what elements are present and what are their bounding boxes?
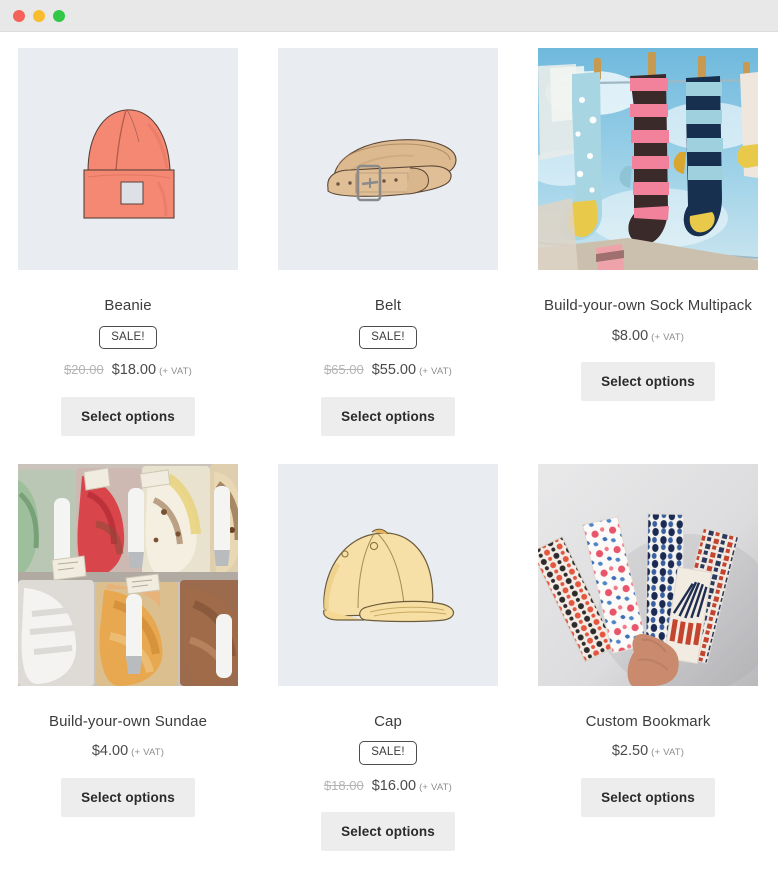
price-current: $18.00: [111, 362, 157, 378]
product-image-beanie[interactable]: [18, 48, 238, 270]
price-current: $16.00: [371, 777, 417, 794]
product-title[interactable]: Build-your-own Sock Multipack: [538, 296, 758, 316]
product-image-belt[interactable]: [278, 48, 498, 270]
page-viewport[interactable]: Beanie SALE! $20.00 $18.00 (+ VAT) Select …: [0, 32, 778, 878]
product-image-sundae[interactable]: [18, 463, 238, 686]
select-options-button[interactable]: Select options: [61, 396, 195, 436]
product-image-custom-bookmark[interactable]: [538, 463, 758, 686]
sale-badge: SALE!: [359, 325, 417, 349]
product-card: Build-your-own Sundae $4.00 (+ VAT) Selec…: [18, 463, 238, 878]
product-title[interactable]: Beanie: [18, 296, 238, 316]
product-price: $8.00 (+ VAT): [538, 328, 758, 344]
browser-window: Beanie SALE! $20.00 $18.00 (+ VAT) Select …: [0, 0, 778, 878]
minimize-window-button[interactable]: [33, 9, 45, 22]
product-card: Custom Bookmark $2.50 (+ VAT) Select opti…: [538, 463, 758, 878]
product-card: Cap SALE! $18.00 $16.00 (+ VAT) Select opt…: [278, 463, 498, 878]
vat-note: (+ VAT): [159, 366, 193, 377]
price-current: $8.00: [611, 327, 649, 344]
vat-note: (+ VAT): [651, 331, 685, 343]
patterned-bookmarks-photo: [538, 463, 758, 686]
select-options-button[interactable]: Select options: [61, 777, 195, 817]
vat-note: (+ VAT): [419, 366, 453, 377]
price-current: $2.50: [611, 743, 649, 759]
price-original: $65.00: [323, 362, 364, 377]
close-window-button[interactable]: [13, 9, 25, 22]
product-price: $18.00 $16.00 (+ VAT): [278, 778, 498, 794]
select-options-button[interactable]: Select options: [581, 777, 715, 817]
price-current: $4.00: [91, 743, 129, 759]
product-title[interactable]: Belt: [278, 296, 498, 316]
product-price: $2.50 (+ VAT): [538, 743, 758, 759]
window-controls: [13, 9, 65, 22]
product-price: $4.00 (+ VAT): [18, 743, 238, 759]
price-original: $18.00: [323, 777, 364, 793]
product-image-cap[interactable]: [278, 463, 498, 686]
belt-illustration: [278, 48, 498, 270]
product-title[interactable]: Custom Bookmark: [538, 712, 758, 732]
maximize-window-button[interactable]: [53, 9, 65, 22]
product-price: $20.00 $18.00 (+ VAT): [18, 362, 238, 378]
select-options-button[interactable]: Select options: [321, 812, 455, 851]
product-price: $65.00 $55.00 (+ VAT): [278, 362, 498, 378]
price-original: $20.00: [63, 362, 104, 377]
vat-note: (+ VAT): [651, 747, 685, 758]
product-grid: Beanie SALE! $20.00 $18.00 (+ VAT) Select …: [0, 32, 778, 878]
product-card: Build-your-own Sock Multipack $8.00 (+ VA…: [538, 48, 758, 464]
vat-note: (+ VAT): [131, 747, 165, 758]
product-title[interactable]: Cap: [278, 712, 498, 732]
gelato-display-photo: [18, 463, 238, 686]
product-card: Beanie SALE! $20.00 $18.00 (+ VAT) Select …: [18, 48, 238, 464]
product-image-sock-multipack[interactable]: [538, 48, 758, 270]
vat-note: (+ VAT): [419, 781, 453, 793]
select-options-button[interactable]: Select options: [581, 362, 715, 401]
beanie-illustration: [18, 48, 238, 270]
sale-badge: SALE!: [99, 325, 157, 349]
cap-illustration: [278, 463, 498, 686]
window-titlebar: [0, 0, 778, 32]
select-options-button[interactable]: Select options: [321, 396, 455, 436]
product-title[interactable]: Build-your-own Sundae: [18, 712, 238, 732]
product-card: Belt SALE! $65.00 $55.00 (+ VAT) Select op…: [278, 48, 498, 464]
price-current: $55.00: [371, 362, 417, 378]
socks-on-clothesline-photo: [538, 48, 758, 270]
sale-badge: SALE!: [359, 741, 417, 765]
